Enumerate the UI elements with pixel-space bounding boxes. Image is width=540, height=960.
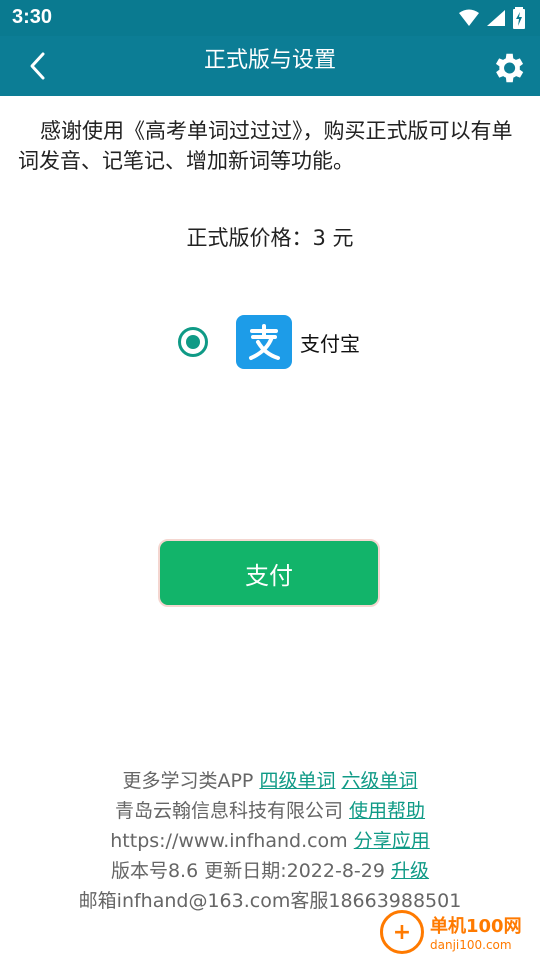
payment-option-alipay[interactable]: 支付宝 (178, 314, 398, 370)
footer-line-website: https://www.infhand.com 分享应用 (0, 826, 540, 856)
price-text: 正式版价格：3 元 (186, 226, 354, 250)
link-help[interactable]: 使用帮助 (349, 800, 425, 822)
page-title: 正式版与设置 (203, 48, 336, 73)
link-cet4-words[interactable]: 四级单词 (259, 770, 335, 792)
pay-button[interactable]: 支付 (158, 539, 380, 607)
status-bar: 3:30 (0, 0, 540, 36)
link-cet6-words[interactable]: 六级单词 (342, 770, 418, 792)
watermark-logo: + 单机100网 danji100.com (380, 906, 530, 958)
battery-charging-icon (513, 7, 525, 29)
more-apps-label: 更多学习类APP (122, 770, 254, 792)
footer-info: 更多学习类APP 四级单词 六级单词 青岛云翰信息科技有限公司 使用帮助 htt… (0, 766, 540, 916)
intro-text: 感谢使用《高考单词过过过》，购买正式版可以有单词发音、记笔记、增加新词等功能。 (18, 119, 513, 173)
signal-icon (487, 10, 505, 26)
company-name: 青岛云翰信息科技有限公司 (114, 800, 343, 822)
wifi-icon (459, 9, 479, 26)
watermark-title: 单机100网 (430, 916, 522, 937)
link-share-app[interactable]: 分享应用 (354, 830, 430, 852)
footer-line-company: 青岛云翰信息科技有限公司 使用帮助 (0, 796, 540, 826)
gear-icon (495, 53, 524, 83)
settings-button[interactable] (488, 48, 528, 88)
version-info: 版本号8.6 更新日期:2022-8-29 (110, 860, 385, 882)
status-time: 3:30 (12, 6, 53, 28)
alipay-icon (236, 315, 292, 369)
status-icons (458, 6, 526, 30)
payment-method-label: 支付宝 (300, 331, 360, 356)
main-content: 感谢使用《高考单词过过过》，购买正式版可以有单词发音、记笔记、增加新词等功能。 … (0, 96, 540, 960)
radio-selected-dot (186, 335, 200, 349)
app-bar: 正式版与设置 (0, 36, 540, 96)
link-upgrade[interactable]: 升级 (391, 860, 429, 882)
watermark-icon: + (380, 910, 424, 954)
footer-line-apps: 更多学习类APP 四级单词 六级单词 (0, 766, 540, 796)
website-url: https://www.infhand.com (110, 830, 348, 852)
footer-line-version: 版本号8.6 更新日期:2022-8-29 升级 (0, 856, 540, 886)
radio-button[interactable] (178, 327, 208, 357)
watermark-url: danji100.com (430, 938, 512, 952)
